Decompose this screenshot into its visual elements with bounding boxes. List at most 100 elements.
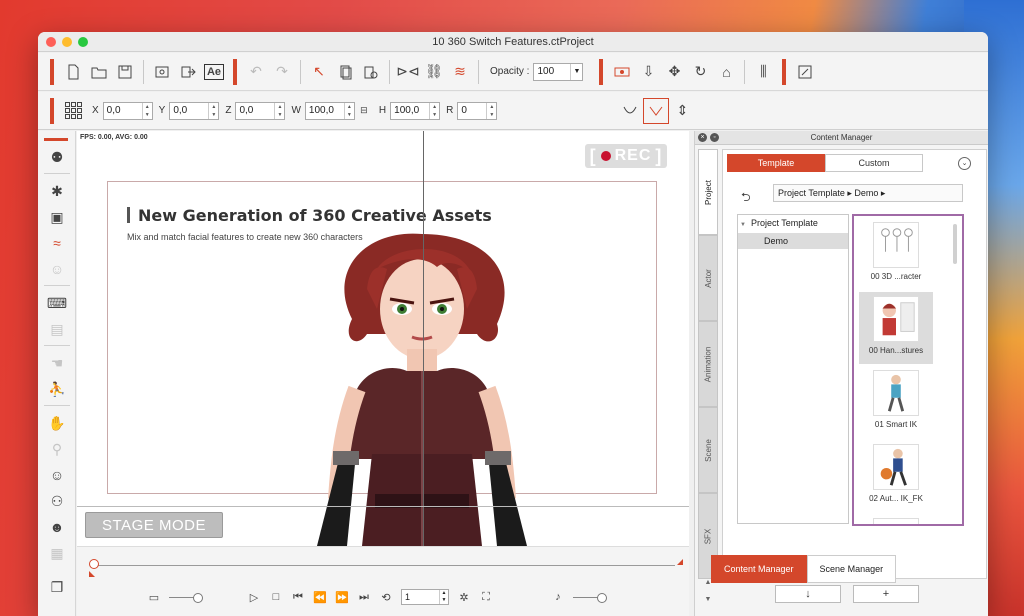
head-icon[interactable]: ☻ [47,517,67,537]
walk-icon[interactable]: ⚇ [47,491,67,511]
lock-ratio-icon[interactable]: ⊟ [355,98,373,124]
thumbnail-item[interactable]: 02 Aut... IK_FK [859,440,933,512]
thumbnail-item[interactable] [859,514,933,524]
tab-template[interactable]: Template [727,154,825,172]
tab-content-manager[interactable]: Content Manager [711,555,807,583]
puppet-icon[interactable]: ✋ [47,413,67,433]
record-button[interactable]: [ REC ] [585,144,667,168]
ik-icon[interactable]: ⚲ [47,439,67,459]
stepper-icon[interactable]: ▲ ▼ [208,102,218,119]
grid-icon[interactable]: ▦ [47,543,67,563]
thumbnail-item[interactable]: 01 Smart IK [859,366,933,438]
close-icon[interactable]: × [698,133,707,142]
camera-icon[interactable]: ☺ [47,465,67,485]
paste-icon[interactable] [358,59,384,85]
eye-view-icon[interactable] [609,59,635,85]
move-icon[interactable]: ✥ [661,59,687,85]
r-input[interactable]: 0 ▲ ▼ [457,101,498,120]
range-end-marker[interactable] [677,559,683,565]
x-input[interactable]: 0,0 ▲ ▼ [102,101,153,120]
undo-icon[interactable]: ↶ [243,59,269,85]
download-button[interactable]: ↓ [775,585,841,603]
scroll-down-icon[interactable]: ▼ [700,596,716,610]
tree-item-project-template[interactable]: Project Template [740,218,818,228]
link-icon[interactable]: ⛓ [421,59,447,85]
tab-actor[interactable]: Actor [698,235,718,321]
stepper-icon[interactable]: ▲ ▼ [141,102,152,119]
run-icon[interactable]: ⛹ [47,379,67,399]
save-icon[interactable] [112,59,138,85]
home-icon[interactable]: ⌂ [713,59,739,85]
tree-item-demo[interactable]: Demo [738,233,848,249]
last-frame-icon[interactable]: ⏭ [353,588,375,606]
frame-input[interactable]: 1 ▲ ▼ [401,589,449,605]
thumbnail-scrollbar[interactable] [953,224,957,264]
edit-icon[interactable] [792,59,818,85]
stepper-icon[interactable]: ▲ ▼ [439,590,448,604]
opacity-select[interactable]: 100 ▼ [533,62,584,81]
copy-icon[interactable] [332,59,358,85]
caption-icon[interactable]: ▭ [143,588,165,606]
ease-in-icon[interactable] [617,98,643,124]
playhead-handle[interactable] [89,559,99,569]
settings-icon[interactable]: ✲ [453,588,475,606]
thumbnail-item[interactable]: 00 Han...stures [859,292,933,364]
stage-mode-button[interactable]: STAGE MODE [85,512,223,538]
character-actor[interactable] [297,229,547,546]
flip-icon[interactable]: ⊳⊲ [395,59,421,85]
move-down-icon[interactable]: ⇩ [635,59,661,85]
face-icon[interactable]: ☺ [47,259,67,279]
y-input[interactable]: 0,0 ▲ ▼ [169,101,220,120]
thumbnail-item[interactable]: 00 3D ...racter [859,218,933,290]
timeline-track[interactable] [95,565,675,566]
redo-icon[interactable]: ↷ [269,59,295,85]
layer-icon[interactable]: ▤ [47,319,67,339]
first-frame-icon[interactable]: ⏮ [287,588,309,606]
preview-icon[interactable] [149,59,175,85]
z-input[interactable]: 0,0 ▲ ▼ [235,101,286,120]
tab-scene-manager[interactable]: Scene Manager [806,555,897,583]
tab-custom[interactable]: Custom [825,154,923,172]
flip-vertical-icon[interactable]: ⇕ [669,98,695,124]
breadcrumb[interactable]: Project Template ▸ Demo ▸ [773,184,963,202]
tab-scene[interactable]: Scene [698,407,718,493]
stepper-icon[interactable]: ▲ ▼ [274,102,284,119]
music-note-icon[interactable]: ♪ [547,588,569,606]
sprite-icon[interactable]: ▣ [47,207,67,227]
loop-icon[interactable]: ⟲ [375,588,397,606]
detach-icon[interactable]: ◦ [710,133,719,142]
speed-slider[interactable] [169,592,203,603]
add-button[interactable]: + [853,585,919,603]
volume-slider[interactable] [573,592,607,603]
tab-project[interactable]: Project [698,149,718,235]
stage-viewport[interactable]: FPS: 0.00, AVG: 0.00 New Generation of 3… [77,131,689,546]
stop-icon[interactable]: □ [265,588,287,606]
fullscreen-icon[interactable]: ⛶ [475,588,497,606]
stepper-icon[interactable]: ▲ ▼ [343,102,354,119]
layers-icon[interactable]: ❐ [47,577,67,597]
tab-animation[interactable]: Animation [698,321,718,407]
w-input[interactable]: 100,0 ▲ ▼ [304,101,355,120]
stepper-icon[interactable]: ▲ ▼ [486,102,496,119]
rotate-icon[interactable]: ↻ [687,59,713,85]
bone-icon[interactable]: ✱ [47,181,67,201]
next-frame-icon[interactable]: ⏩ [331,588,353,606]
range-start-marker[interactable] [89,571,95,577]
blink-icon[interactable]: ≋ [447,59,473,85]
back-icon[interactable]: ⮌ [741,188,751,209]
new-file-icon[interactable] [60,59,86,85]
actor-icon[interactable]: ⚉ [47,147,67,167]
after-effects-icon[interactable]: Ae [201,59,227,85]
select-arrow-icon[interactable]: ↖ [306,59,332,85]
keyboard-icon[interactable]: ⌨ [47,293,67,313]
play-icon[interactable]: ▷ [243,588,265,606]
export-icon[interactable] [175,59,201,85]
open-folder-icon[interactable] [86,59,112,85]
collapse-chevron-icon[interactable]: ⌄ [958,157,971,170]
stepper-icon[interactable]: ▲ ▼ [429,102,439,119]
anchor-grid-icon[interactable] [60,98,86,124]
prev-frame-icon[interactable]: ⏪ [309,588,331,606]
h-input[interactable]: 100,0 ▲ ▼ [390,101,441,120]
hand-icon[interactable]: ☚ [47,353,67,373]
ease-out-icon[interactable] [643,97,670,124]
